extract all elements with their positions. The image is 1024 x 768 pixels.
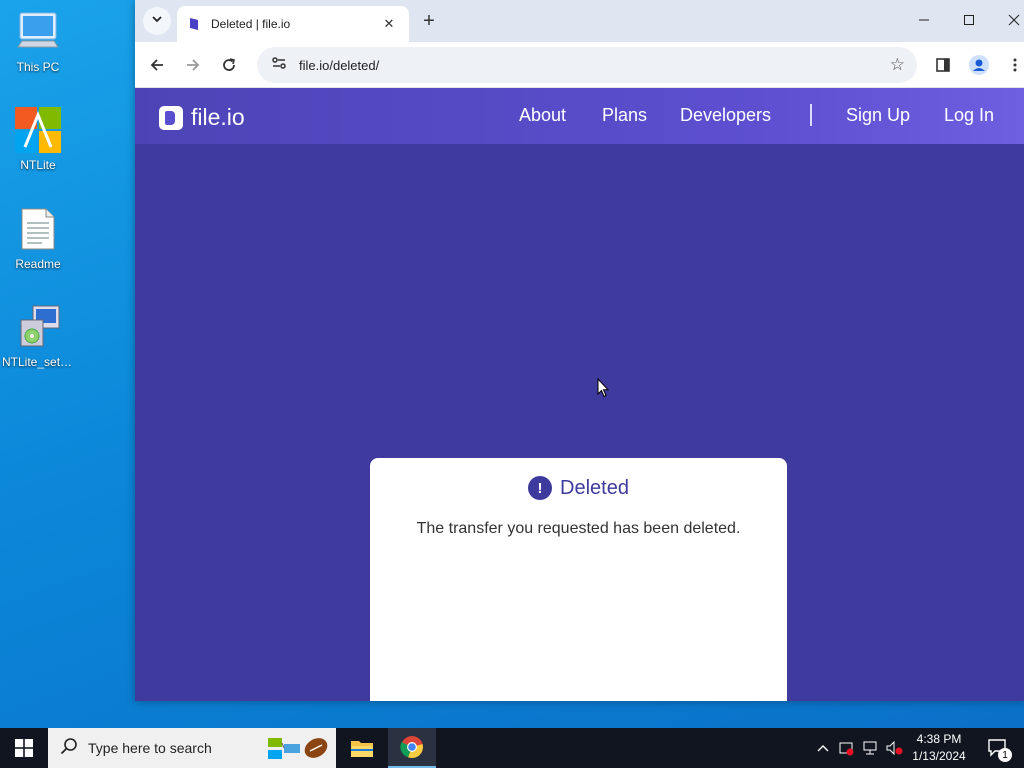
nav-about[interactable]: About [519, 105, 566, 126]
chevron-down-icon [151, 12, 163, 30]
browser-window: Deleted | file.io ✕ + file.io/deleted/ ☆… [135, 0, 1024, 701]
plus-icon: + [423, 9, 435, 32]
ntlite-app-icon [14, 106, 62, 154]
search-placeholder: Type here to search [88, 740, 212, 756]
card-header: ! Deleted [370, 476, 787, 500]
logo-text: file.io [191, 104, 245, 130]
desktop-icon-this-pc[interactable]: This PC [2, 8, 74, 94]
arrow-left-icon [150, 59, 163, 71]
shield-warning-icon [839, 742, 854, 756]
url-text: file.io/deleted/ [299, 57, 380, 73]
back-button[interactable] [143, 51, 171, 79]
nav-sign-up[interactable]: Sign Up [846, 105, 910, 126]
desktop-icon-label: This PC [16, 60, 60, 74]
web-page: file.io About Plans Developers Sign Up L… [135, 88, 1024, 701]
search-highlight-illustration-icon [266, 732, 330, 768]
browser-toolbar: file.io/deleted/ ☆ [135, 42, 1024, 88]
fileio-logo-icon [159, 105, 183, 130]
mouse-cursor-icon [597, 377, 610, 403]
desktop-icon-label: NTLite [20, 158, 56, 172]
minimize-icon [919, 19, 929, 21]
folder-icon [351, 741, 373, 757]
clock-date: 1/13/2024 [912, 749, 966, 763]
volume-tray-button[interactable] [884, 728, 904, 768]
show-hidden-icons-button[interactable] [814, 728, 832, 768]
kebab-menu-icon [1013, 58, 1017, 72]
arrow-right-icon [187, 59, 200, 71]
network-tray-button[interactable] [860, 728, 880, 768]
computer-icon [14, 8, 62, 56]
search-icon [60, 737, 78, 760]
windows-logo-icon [15, 739, 33, 757]
reload-button[interactable] [215, 51, 243, 79]
nav-log-in[interactable]: Log In [944, 105, 994, 126]
taskbar-clock[interactable]: 4:38 PM 1/13/2024 [906, 731, 972, 765]
site-logo[interactable]: file.io [159, 104, 245, 131]
notification-center-button[interactable]: 1 [978, 728, 1018, 768]
card-title: Deleted [560, 476, 629, 499]
maximize-button[interactable] [946, 0, 992, 40]
close-icon[interactable]: ✕ [379, 14, 399, 34]
security-tray-button[interactable] [836, 728, 856, 768]
profile-avatar-icon [969, 55, 989, 75]
desktop-icon-readme[interactable]: Readme [2, 205, 74, 291]
window-close-button[interactable] [991, 0, 1024, 40]
file-explorer-taskbar-button[interactable] [338, 728, 386, 768]
new-tab-button[interactable]: + [417, 9, 441, 33]
card-message: The transfer you requested has been dele… [416, 520, 741, 537]
browser-menu-button[interactable] [1001, 51, 1024, 79]
desktop-icon-label: Readme [15, 257, 61, 271]
site-header: file.io About Plans Developers Sign Up L… [135, 88, 1024, 144]
fileio-favicon-icon [187, 17, 201, 31]
nav-divider [810, 104, 812, 126]
tab-active[interactable]: Deleted | file.io ✕ [177, 6, 409, 42]
exclamation-icon: ! [528, 476, 553, 500]
desktop-icon-ntlite-setup[interactable]: NTLite_setu... [2, 303, 74, 389]
tab-title: Deleted | file.io [211, 17, 291, 31]
profile-button[interactable] [965, 51, 993, 79]
address-bar[interactable]: file.io/deleted/ ☆ [257, 47, 917, 83]
desktop-icon-ntlite[interactable]: NTLite [2, 106, 74, 192]
installer-icon [14, 303, 62, 351]
taskbar-search[interactable]: Type here to search [48, 728, 336, 768]
start-button[interactable] [0, 728, 48, 768]
minimize-button[interactable] [901, 0, 947, 40]
bookmark-star-icon[interactable]: ☆ [890, 55, 905, 75]
tab-strip: Deleted | file.io ✕ + [135, 0, 1024, 42]
taskbar: Type here to search 4:38 PM 1/13/2024 1 [0, 728, 1024, 768]
text-file-icon [14, 205, 62, 253]
chrome-icon [400, 736, 423, 759]
deleted-card: ! Deleted The transfer you requested has… [370, 458, 787, 701]
speaker-muted-icon [886, 740, 903, 756]
close-icon [1008, 14, 1020, 26]
chevron-up-icon [817, 745, 829, 752]
maximize-icon [964, 15, 974, 25]
desktop-icon-label: NTLite_setu... [2, 355, 74, 369]
forward-button[interactable] [179, 51, 207, 79]
reload-icon [223, 58, 235, 71]
clock-time: 4:38 PM [916, 732, 962, 746]
site-info-icon[interactable] [271, 55, 287, 76]
nav-developers[interactable]: Developers [680, 105, 771, 126]
notification-count-badge: 1 [998, 748, 1012, 762]
network-icon [863, 741, 877, 755]
side-panel-icon [936, 58, 950, 72]
side-panel-button[interactable] [929, 51, 957, 79]
chrome-taskbar-button[interactable] [388, 728, 436, 768]
tab-search-button[interactable] [143, 7, 171, 35]
nav-plans[interactable]: Plans [602, 105, 647, 126]
